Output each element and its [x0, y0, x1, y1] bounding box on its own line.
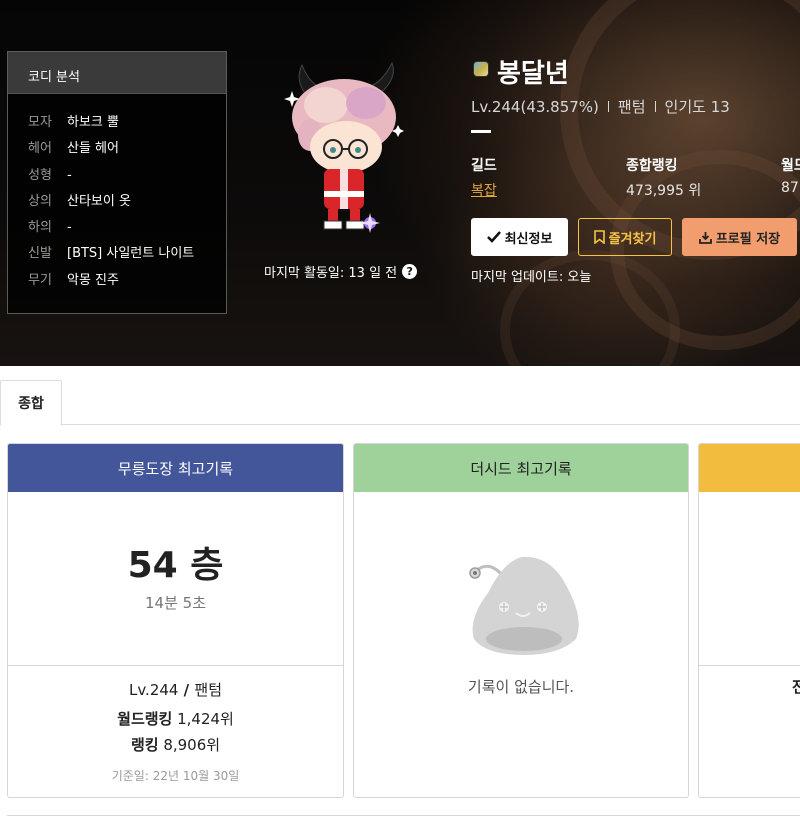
world-icon: [473, 61, 489, 77]
tab-bar: 종합: [0, 366, 800, 426]
divider: [699, 665, 800, 666]
coordi-item: 하의 -: [8, 219, 226, 245]
coordi-item-value: [BTS] 사일런트 나이트: [67, 246, 195, 262]
coordi-item-value: 산타보이 옷: [67, 193, 131, 209]
dojang-date: 기준일: 22년 10월 30일: [111, 769, 240, 783]
character-popularity: 인기도 13: [664, 98, 730, 116]
coordi-item: 상의 산타보이 옷: [8, 193, 226, 219]
total-rank-stat: 종합랭킹 473,995 위: [626, 155, 701, 200]
title-underline: [471, 130, 491, 133]
bookmark-icon: [593, 230, 605, 244]
third-card: 전: [698, 443, 800, 798]
coordi-item-key: 헤어: [28, 141, 52, 157]
coordi-item-key: 신발: [28, 246, 52, 262]
guild-stat: 길드 복잡: [471, 155, 497, 200]
help-icon[interactable]: ?: [402, 264, 418, 279]
coordi-item-value: -: [67, 167, 72, 183]
coordi-item-value: -: [67, 220, 72, 236]
third-card-fragment: 전: [792, 676, 800, 697]
refresh-button[interactable]: 최신정보: [471, 218, 568, 256]
dojang-rank: 랭킹 8,906위: [8, 734, 343, 755]
dojang-world-rank-label: 월드랭킹: [117, 710, 173, 728]
save-profile-button-label: 프로필 저장: [715, 231, 781, 247]
coordi-item-key: 무기: [28, 272, 52, 288]
coordi-item-value: 하보크 뿔: [67, 115, 119, 130]
coordi-item-value: 산들 헤어: [67, 141, 119, 157]
guild-label: 길드: [471, 158, 497, 174]
dojang-rank-value: 8,906위: [158, 736, 221, 754]
coordi-panel: 코디 분석 모자 하보크 뿔 헤어 산들 헤어 성형 - 상의 산타보이 옷 하의 - 신…: [7, 51, 227, 314]
world-rank-value: 87: [781, 180, 799, 196]
last-active-text: 마지막 활동일: 13 일 전: [264, 266, 398, 281]
character-info: Lv.244(43.857%) 팬텀 인기도 13: [471, 96, 730, 117]
dojang-world-rank: 월드랭킹 1,424위: [8, 708, 343, 729]
dojang-card: 무릉도장 최고기록 54 층 14분 5초 Lv.244 / 팬텀 월드랭킹 1…: [7, 443, 344, 798]
tab-overview[interactable]: 종합: [0, 380, 62, 426]
last-update: 마지막 업데이트: 오늘: [471, 270, 592, 285]
character-level: Lv.244(43.857%): [471, 97, 599, 116]
coordi-item-value: 악몽 진주: [67, 272, 119, 288]
coordi-item: 헤어 산들 헤어: [8, 140, 226, 166]
total-rank-label: 종합랭킹: [626, 158, 678, 174]
coordi-item-key: 성형: [28, 167, 52, 183]
divider: [654, 101, 656, 112]
character-job: 팬텀: [617, 98, 646, 116]
dojang-floor: 54 층: [127, 545, 224, 586]
world-rank-stat: 월드 87: [781, 155, 800, 196]
theseed-empty-text: 기록이 없습니다.: [467, 678, 575, 696]
total-rank-value: 473,995 위: [626, 183, 702, 199]
guild-link[interactable]: 복잡: [471, 180, 497, 200]
profile-banner: 코디 분석 모자 하보크 뿔 헤어 산들 헤어 성형 - 상의 산타보이 옷 하의 - 신…: [0, 0, 800, 366]
dojang-time: 14분 5초: [145, 594, 206, 612]
coordi-panel-title: 코디 분석: [8, 52, 226, 94]
refresh-button-label: 최신정보: [504, 231, 553, 247]
save-profile-button[interactable]: 프로필 저장: [682, 218, 797, 256]
dojang-job: 팬텀: [194, 681, 222, 699]
section-border: [7, 815, 800, 816]
coordi-item-key: 하의: [28, 220, 52, 236]
character-avatar: [284, 61, 404, 233]
download-icon: [698, 231, 712, 244]
world-rank-label: 월드: [781, 158, 800, 174]
dojang-level-job: Lv.244 / 팬텀: [8, 679, 343, 700]
divider: [607, 101, 609, 112]
favorite-button[interactable]: 즐겨찾기: [578, 218, 672, 256]
theseed-card: 더시드 최고기록 기록이 없습니다.: [353, 443, 689, 798]
coordi-item-key: 모자: [28, 115, 52, 130]
theseed-card-title: 더시드 최고기록: [354, 444, 688, 492]
divider: [8, 665, 343, 666]
dojang-slash: /: [178, 681, 195, 699]
coordi-item-key: 상의: [28, 193, 52, 209]
dojang-card-title: 무릉도장 최고기록: [8, 444, 343, 492]
dojang-world-rank-value: 1,424위: [172, 710, 234, 728]
character-name: 봉달년: [497, 59, 569, 89]
coordi-item: 모자 하보크 뿔: [8, 114, 226, 140]
check-icon: [486, 231, 501, 243]
coordi-item: 성형 -: [8, 167, 226, 193]
coordi-item: 무기 악몽 진주: [8, 272, 226, 298]
dojang-level: Lv.244: [128, 681, 179, 699]
dojang-rank-label: 랭킹: [130, 736, 159, 754]
last-active: 마지막 활동일: 13 일 전 ?: [264, 262, 418, 281]
favorite-button-label: 즐겨찾기: [608, 231, 657, 247]
third-card-title: [699, 444, 800, 492]
empty-slime-icon: [469, 556, 579, 655]
coordi-list: 모자 하보크 뿔 헤어 산들 헤어 성형 - 상의 산타보이 옷 하의 - 신발 [BTS]…: [8, 94, 226, 298]
coordi-item: 신발 [BTS] 사일런트 나이트: [8, 245, 226, 271]
